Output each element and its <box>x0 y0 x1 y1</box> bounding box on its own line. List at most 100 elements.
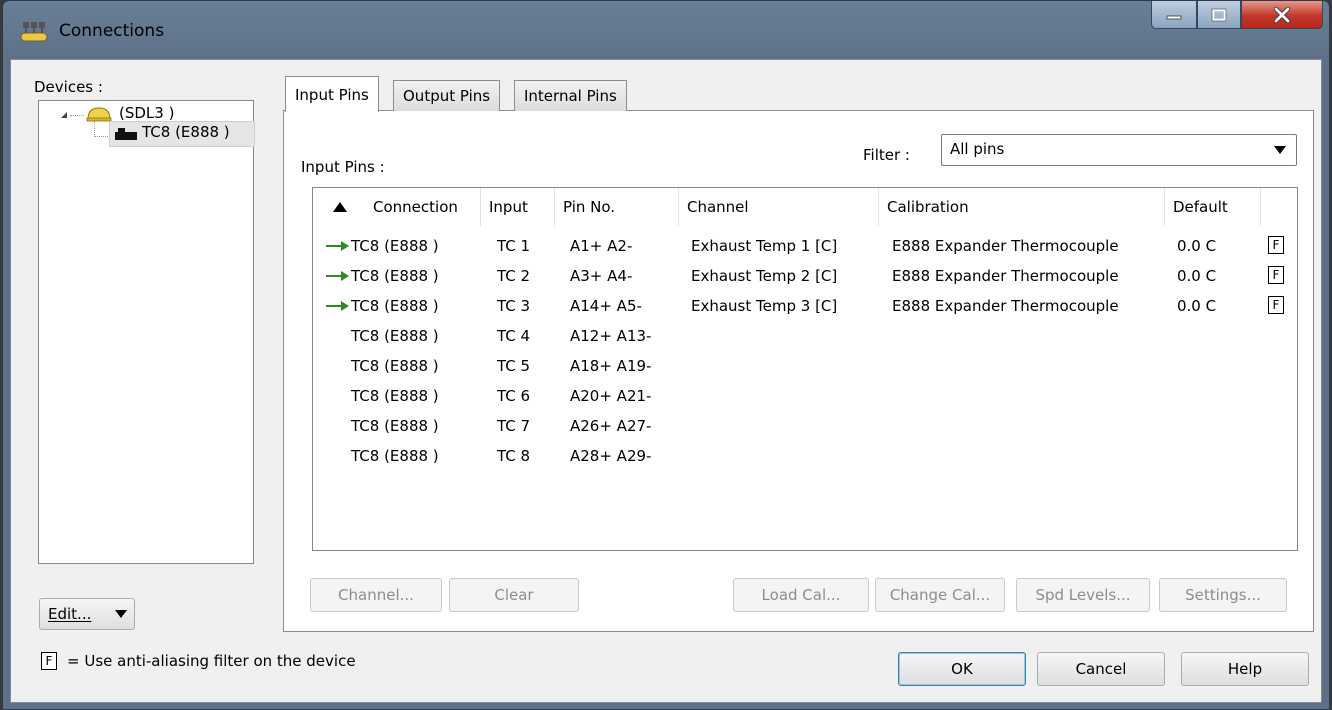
connected-arrow-icon <box>326 241 349 251</box>
tab-internal-pins-label: Internal Pins <box>524 87 617 105</box>
cell-pin-no: A28+ A29- <box>570 447 652 465</box>
help-button[interactable]: Help <box>1181 652 1309 686</box>
tab-input-pins-label: Input Pins <box>295 85 369 104</box>
table-row[interactable]: TC8 (E888 ) TC 3 A14+ A5- Exhaust Temp 3 [C… <box>313 296 1297 318</box>
column-header-connection-label: Connection <box>373 198 458 216</box>
ok-button[interactable]: OK <box>898 652 1026 686</box>
clear-button[interactable]: Clear <box>449 578 579 612</box>
tab-input-pins[interactable]: Input Pins <box>285 76 379 112</box>
tab-output-pins[interactable]: Output Pins <box>393 80 501 111</box>
sort-ascending-icon <box>333 202 347 212</box>
cell-connection: TC8 (E888 ) <box>351 297 439 315</box>
maximize-icon <box>1211 8 1227 21</box>
load-cal-button-label: Load Cal... <box>761 586 841 604</box>
cell-input: TC 4 <box>497 327 531 345</box>
tab-internal-pins[interactable]: Internal Pins <box>514 80 627 111</box>
tree-collapse-icon[interactable] <box>59 110 69 120</box>
table-row[interactable]: TC8 (E888 ) TC 4 A12+ A13- <box>313 326 1297 348</box>
cell-connection: TC8 (E888 ) <box>351 417 439 435</box>
cell-connection: TC8 (E888 ) <box>351 267 439 285</box>
cell-pin-no: A14+ A5- <box>570 297 642 315</box>
tree-item-sdl3[interactable]: (SDL3 ) <box>119 104 174 122</box>
tree-item-tc8[interactable]: TC8 (E888 ) <box>109 121 255 147</box>
device-icon <box>115 128 137 140</box>
connected-arrow-icon <box>326 301 349 311</box>
spd-levels-button-label: Spd Levels... <box>1035 586 1131 604</box>
spd-levels-button[interactable]: Spd Levels... <box>1016 578 1150 612</box>
cell-input: TC 3 <box>497 297 531 315</box>
cell-default: 0.0 C <box>1177 297 1217 315</box>
cell-calibration: E888 Expander Thermocouple <box>892 297 1119 315</box>
cancel-button[interactable]: Cancel <box>1037 652 1165 686</box>
table-row[interactable]: TC8 (E888 ) TC 8 A28+ A29- <box>313 446 1297 468</box>
load-cal-button[interactable]: Load Cal... <box>733 578 869 612</box>
connected-arrow-icon <box>326 271 349 281</box>
window-title: Connections <box>59 21 165 41</box>
close-icon <box>1273 6 1291 23</box>
column-header-calibration[interactable]: Calibration <box>879 188 1165 226</box>
cell-input: TC 7 <box>497 417 531 435</box>
edit-button[interactable]: Edit... <box>39 598 135 630</box>
column-header-default[interactable]: Default <box>1165 188 1261 226</box>
cell-channel: Exhaust Temp 2 [C] <box>691 267 838 285</box>
ok-button-label: OK <box>951 660 973 678</box>
column-header-pin-no-label: Pin No. <box>563 198 616 216</box>
maximize-button[interactable] <box>1197 1 1241 29</box>
cell-pin-no: A1+ A2- <box>570 237 633 255</box>
column-header-pin-no[interactable]: Pin No. <box>555 188 679 226</box>
column-header-input[interactable]: Input <box>481 188 555 226</box>
input-pins-table[interactable]: Connection Input Pin No. Channel Calibra… <box>312 187 1298 551</box>
cell-calibration: E888 Expander Thermocouple <box>892 237 1119 255</box>
settings-button[interactable]: Settings... <box>1159 578 1287 612</box>
column-header-channel[interactable]: Channel <box>679 188 879 226</box>
cell-connection: TC8 (E888 ) <box>351 237 439 255</box>
cell-connection: TC8 (E888 ) <box>351 447 439 465</box>
table-row[interactable]: TC8 (E888 ) TC 5 A18+ A19- <box>313 356 1297 378</box>
table-row[interactable]: TC8 (E888 ) TC 2 A3+ A4- Exhaust Temp 2 [C]… <box>313 266 1297 288</box>
table-row[interactable]: TC8 (E888 ) TC 7 A26+ A27- <box>313 416 1297 438</box>
cell-input: TC 2 <box>497 267 531 285</box>
cell-default: 0.0 C <box>1177 267 1217 285</box>
table-row[interactable]: TC8 (E888 ) TC 6 A20+ A21- <box>313 386 1297 408</box>
connections-window: Connections Devices : (SDL3 ) TC8 (E888 … <box>2 0 1330 710</box>
devices-label: Devices : <box>34 78 103 96</box>
dropdown-arrow-icon <box>115 610 127 618</box>
column-header-connection[interactable]: Connection <box>313 188 481 226</box>
connections-app-icon <box>20 22 48 42</box>
cell-pin-no: A26+ A27- <box>570 417 652 435</box>
clear-button-label: Clear <box>494 586 534 604</box>
anti-alias-filter-icon[interactable]: F <box>1268 266 1284 284</box>
tab-output-pins-label: Output Pins <box>403 87 491 105</box>
dialog-body: Devices : (SDL3 ) TC8 (E888 ) Edit... In… <box>10 59 1322 703</box>
column-header-filter[interactable] <box>1261 188 1299 226</box>
anti-alias-filter-icon[interactable]: F <box>1268 296 1284 314</box>
tree-item-tc8-label: TC8 (E888 ) <box>142 123 230 141</box>
settings-button-label: Settings... <box>1185 586 1261 604</box>
cell-connection: TC8 (E888 ) <box>351 327 439 345</box>
close-button[interactable] <box>1241 1 1323 29</box>
title-bar[interactable]: Connections <box>3 1 1329 59</box>
cell-pin-no: A3+ A4- <box>570 267 633 285</box>
input-pins-label: Input Pins : <box>301 158 385 176</box>
devices-tree[interactable]: (SDL3 ) TC8 (E888 ) <box>38 100 255 564</box>
bus-icon <box>86 107 112 122</box>
channel-button-label: Channel... <box>338 586 414 604</box>
change-cal-button[interactable]: Change Cal... <box>875 578 1005 612</box>
filter-select[interactable]: All pins <box>941 134 1297 166</box>
cell-default: 0.0 C <box>1177 237 1217 255</box>
cell-connection: TC8 (E888 ) <box>351 387 439 405</box>
edit-button-label: Edit... <box>48 605 92 623</box>
help-button-label: Help <box>1227 660 1263 678</box>
table-row[interactable]: TC8 (E888 ) TC 1 A1+ A2- Exhaust Temp 1 [C]… <box>313 236 1297 258</box>
cell-input: TC 1 <box>497 237 531 255</box>
column-header-default-label: Default <box>1173 198 1228 216</box>
cancel-button-label: Cancel <box>1075 660 1127 678</box>
channel-button[interactable]: Channel... <box>310 578 442 612</box>
cell-connection: TC8 (E888 ) <box>351 357 439 375</box>
column-header-calibration-label: Calibration <box>887 198 969 216</box>
anti-alias-filter-icon[interactable]: F <box>1268 236 1284 254</box>
filter-select-value: All pins <box>950 140 1005 158</box>
cell-input: TC 8 <box>497 447 531 465</box>
column-header-input-label: Input <box>489 198 528 216</box>
minimize-button[interactable] <box>1151 1 1197 29</box>
